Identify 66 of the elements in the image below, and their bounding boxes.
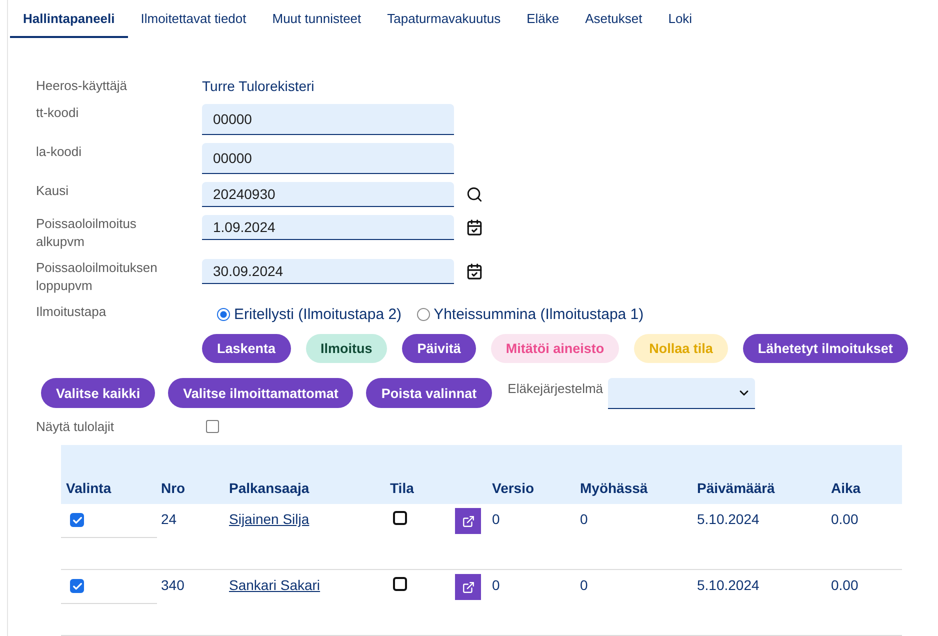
field-label: la-koodi bbox=[36, 143, 83, 161]
open-button[interactable] bbox=[455, 574, 481, 600]
input-field[interactable]: 00000 bbox=[202, 143, 454, 174]
column-header: Myöhässä bbox=[579, 479, 648, 497]
calendar-icon[interactable] bbox=[466, 263, 483, 280]
row-checkbox[interactable] bbox=[70, 513, 84, 527]
action-button[interactable]: Laskenta bbox=[202, 334, 291, 363]
table-cell: 24 bbox=[161, 510, 177, 528]
employee-link[interactable]: Sankari Sakari bbox=[229, 576, 320, 594]
input-field[interactable]: 00000 bbox=[202, 104, 454, 135]
field-label: Poissaoloilmoituksen loppupvm bbox=[36, 259, 158, 295]
field-label: Eläkejärjestelmä bbox=[508, 380, 604, 398]
table-cell: 5.10.2024 bbox=[697, 576, 760, 594]
field-label: Ilmoitustapa bbox=[36, 303, 108, 321]
selection-button[interactable]: Valitse ilmoittamattomat bbox=[168, 378, 354, 408]
radio-label[interactable]: Eritellysti (Ilmoitustapa 2) bbox=[234, 306, 402, 322]
checkbox[interactable] bbox=[206, 420, 219, 433]
column-header: Aika bbox=[830, 479, 861, 497]
tab[interactable]: Ilmoitettavat tiedot bbox=[128, 0, 260, 38]
tab[interactable]: Eläke bbox=[514, 0, 572, 38]
table-cell: 0 bbox=[580, 576, 588, 594]
table-cell: 0 bbox=[492, 510, 500, 528]
field-label: Kausi bbox=[36, 182, 70, 200]
date-field[interactable]: 1.09.2024 bbox=[202, 215, 454, 240]
external-link-icon bbox=[462, 514, 474, 528]
column-header: Nro bbox=[160, 479, 186, 497]
open-button[interactable] bbox=[455, 508, 481, 534]
action-button[interactable]: Lähetetyt ilmoitukset bbox=[742, 334, 908, 363]
row-checkbox[interactable] bbox=[70, 579, 84, 593]
tab[interactable]: Loki bbox=[655, 0, 706, 38]
tab[interactable]: Tapaturmavakuutus bbox=[374, 0, 514, 38]
status-checkbox[interactable] bbox=[393, 511, 407, 525]
employee-link[interactable]: Sijainen Silja bbox=[229, 510, 310, 528]
radio-label[interactable]: Yhteissummina (Ilmoitustapa 1) bbox=[434, 306, 644, 322]
column-header: Tila bbox=[389, 479, 414, 497]
tab[interactable]: Asetukset bbox=[572, 0, 656, 38]
calendar-icon[interactable] bbox=[466, 219, 483, 236]
column-header: Palkansaaja bbox=[228, 479, 310, 497]
status-checkbox[interactable] bbox=[393, 577, 407, 591]
action-button[interactable]: Päivitä bbox=[402, 334, 476, 363]
table-cell: 0.00 bbox=[831, 576, 858, 594]
selection-button[interactable]: Poista valinnat bbox=[366, 378, 492, 408]
table-cell: 0.00 bbox=[831, 510, 858, 528]
column-header: Valinta bbox=[65, 479, 112, 497]
radio-icon[interactable] bbox=[217, 308, 230, 320]
table-cell: 340 bbox=[161, 576, 184, 594]
field-label: Heeros-käyttäjä bbox=[36, 77, 128, 95]
table-cell: 0 bbox=[580, 510, 588, 528]
dropdown-field[interactable] bbox=[608, 378, 756, 409]
tab[interactable]: Hallintapaneeli bbox=[10, 0, 128, 38]
radio-icon[interactable] bbox=[416, 308, 430, 320]
external-link-icon bbox=[462, 580, 474, 594]
field-label: tt-koodi bbox=[36, 104, 80, 122]
search-field[interactable]: 20240930 bbox=[202, 182, 454, 207]
table-cell: 0 bbox=[492, 576, 500, 594]
field-label: Poissaoloilmoitus alkupvm bbox=[36, 215, 138, 251]
field-label: Näytä tulolajit bbox=[36, 418, 116, 436]
date-field[interactable]: 30.09.2024 bbox=[202, 259, 454, 284]
search-icon[interactable] bbox=[466, 186, 483, 203]
action-button[interactable]: Ilmoitus bbox=[306, 334, 388, 363]
column-header: Versio bbox=[491, 479, 534, 497]
user-name: Turre Tulorekisteri bbox=[202, 77, 316, 95]
selection-button[interactable]: Valitse kaikki bbox=[41, 378, 156, 408]
column-header: Päivämäärä bbox=[696, 479, 775, 497]
tab[interactable]: Muut tunnisteet bbox=[259, 0, 374, 38]
table-cell: 5.10.2024 bbox=[697, 510, 760, 528]
